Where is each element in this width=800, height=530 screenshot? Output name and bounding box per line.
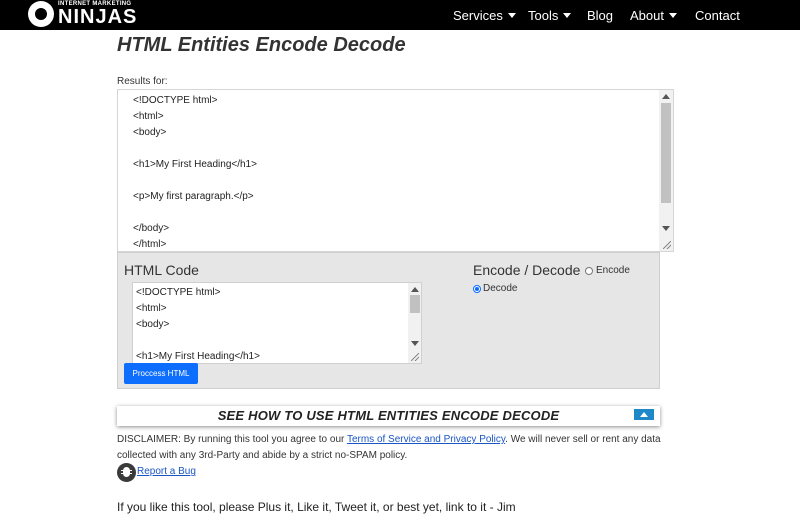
site-logo[interactable]: INTERNET MARKETING NINJAS (28, 0, 138, 30)
result-output-textarea[interactable]: <!DOCTYPE html> <html> <body> <h1>My Fir… (117, 89, 674, 252)
page-title: HTML Entities Encode Decode (117, 34, 406, 56)
resize-grip-icon[interactable] (411, 353, 419, 361)
result-output-text: <!DOCTYPE html> <html> <body> <h1>My Fir… (133, 95, 257, 250)
nav-services-label: Services (453, 8, 503, 23)
scrollbar-thumb[interactable] (410, 295, 420, 313)
scrollbar-thumb[interactable] (661, 103, 671, 203)
encode-decode-label: Encode / Decode (473, 262, 581, 278)
resize-grip-icon[interactable] (663, 241, 671, 249)
bug-icon[interactable] (117, 463, 136, 482)
report-bug-link[interactable]: Report a Bug (137, 466, 196, 477)
terms-privacy-link[interactable]: Terms of Service and Privacy Policy (347, 434, 505, 445)
html-code-label: HTML Code (124, 262, 199, 278)
scroll-up-arrow-icon[interactable] (662, 94, 670, 99)
top-navbar: INTERNET MARKETING NINJAS Services Tools… (0, 0, 800, 30)
nav-about[interactable]: About (630, 8, 677, 23)
share-prompt-text: If you like this tool, please Plus it, L… (117, 500, 516, 514)
result-scrollbar[interactable] (659, 90, 673, 251)
scroll-up-arrow-icon[interactable] (411, 287, 419, 292)
encode-radio[interactable] (585, 267, 593, 275)
chevron-down-icon (563, 13, 572, 18)
collapse-toggle-icon[interactable] (634, 409, 654, 420)
tool-panel: HTML Code <!DOCTYPE html> <html> <body> … (117, 252, 660, 389)
chevron-down-icon (668, 13, 677, 18)
html-code-text: <!DOCTYPE html> <html> <body> <h1>My Fir… (136, 287, 260, 362)
disclaimer-text: DISCLAIMER: By running this tool you agr… (117, 432, 682, 464)
nav-blog[interactable]: Blog (587, 8, 613, 23)
results-label: Results for: (117, 76, 168, 87)
nav-about-label: About (630, 8, 664, 23)
scroll-down-arrow-icon[interactable] (411, 341, 419, 346)
logo-name: NINJAS (58, 6, 138, 28)
nav-tools-label: Tools (528, 8, 559, 23)
howto-heading: SEE HOW TO USE HTML ENTITIES ENCODE DECO… (217, 408, 560, 423)
logo-swirl-icon (28, 1, 54, 27)
chevron-down-icon (507, 13, 516, 18)
disclaimer-prefix: DISCLAIMER: By running this tool you agr… (117, 434, 347, 445)
code-scrollbar[interactable] (408, 283, 421, 363)
encode-radio-label[interactable]: Encode (596, 265, 630, 276)
html-code-input[interactable]: <!DOCTYPE html> <html> <body> <h1>My Fir… (132, 282, 422, 364)
process-html-button[interactable]: Proccess HTML (124, 363, 198, 384)
nav-tools[interactable]: Tools (528, 8, 572, 23)
howto-accordion[interactable]: SEE HOW TO USE HTML ENTITIES ENCODE DECO… (117, 406, 660, 426)
decode-radio-label[interactable]: Decode (483, 283, 517, 294)
decode-radio[interactable] (473, 285, 481, 293)
nav-services[interactable]: Services (453, 8, 516, 23)
scroll-down-arrow-icon[interactable] (662, 226, 670, 231)
nav-contact[interactable]: Contact (695, 8, 740, 23)
